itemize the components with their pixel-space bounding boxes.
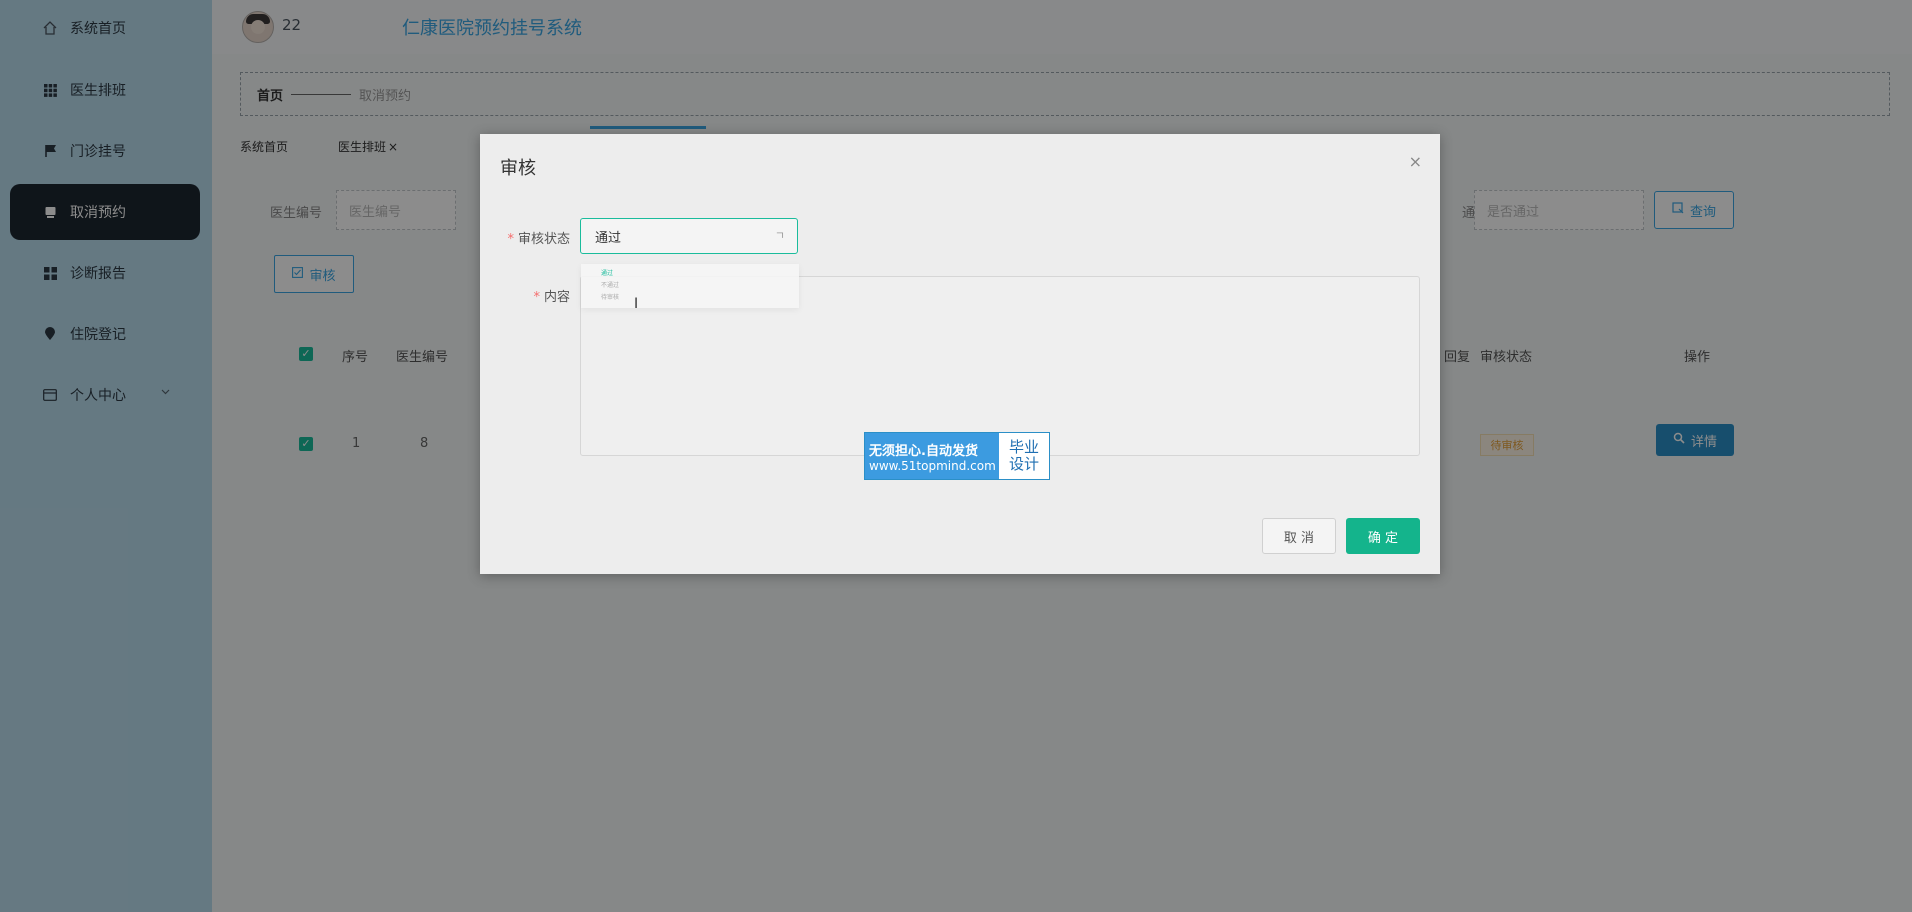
watermark-line1: 无须担心.自动发货 (869, 443, 978, 459)
audit-dialog: 审核 × * 审核状态 通过 ㄱ * 内容 通过 不通过 待审核 I 取 消 确 定 (480, 134, 1440, 574)
content-label-text: 内容 (543, 290, 570, 305)
audit-status-select[interactable]: 通过 ㄱ (580, 218, 798, 254)
watermark-line2: www.51topmind.com (869, 458, 996, 473)
text-cursor-icon: I (634, 296, 639, 312)
close-icon[interactable]: × (1409, 152, 1422, 171)
cancel-button[interactable]: 取 消 (1262, 518, 1336, 554)
dropdown-option-pending[interactable]: 待审核 (601, 292, 779, 304)
confirm-button[interactable]: 确 定 (1346, 518, 1420, 554)
chevron-down-icon: ㄱ (774, 229, 785, 242)
audit-status-value: 通过 (595, 231, 622, 246)
dropdown-option-fail[interactable]: 不通过 (601, 280, 779, 292)
dialog-title: 审核 (500, 158, 536, 179)
status-label-text: 审核状态 (517, 232, 570, 247)
watermark: 无须担心.自动发货 www.51topmind.com 毕业 设计 (864, 432, 1050, 480)
dropdown-option-pass[interactable]: 通过 (601, 268, 779, 280)
content-field-label: * 内容 (533, 290, 570, 305)
status-dropdown-menu: 通过 不通过 待审核 (581, 264, 799, 308)
watermark-right1: 毕业 (1008, 438, 1039, 456)
status-field-label: * 审核状态 (507, 232, 570, 247)
watermark-right2: 设计 (1008, 455, 1039, 473)
